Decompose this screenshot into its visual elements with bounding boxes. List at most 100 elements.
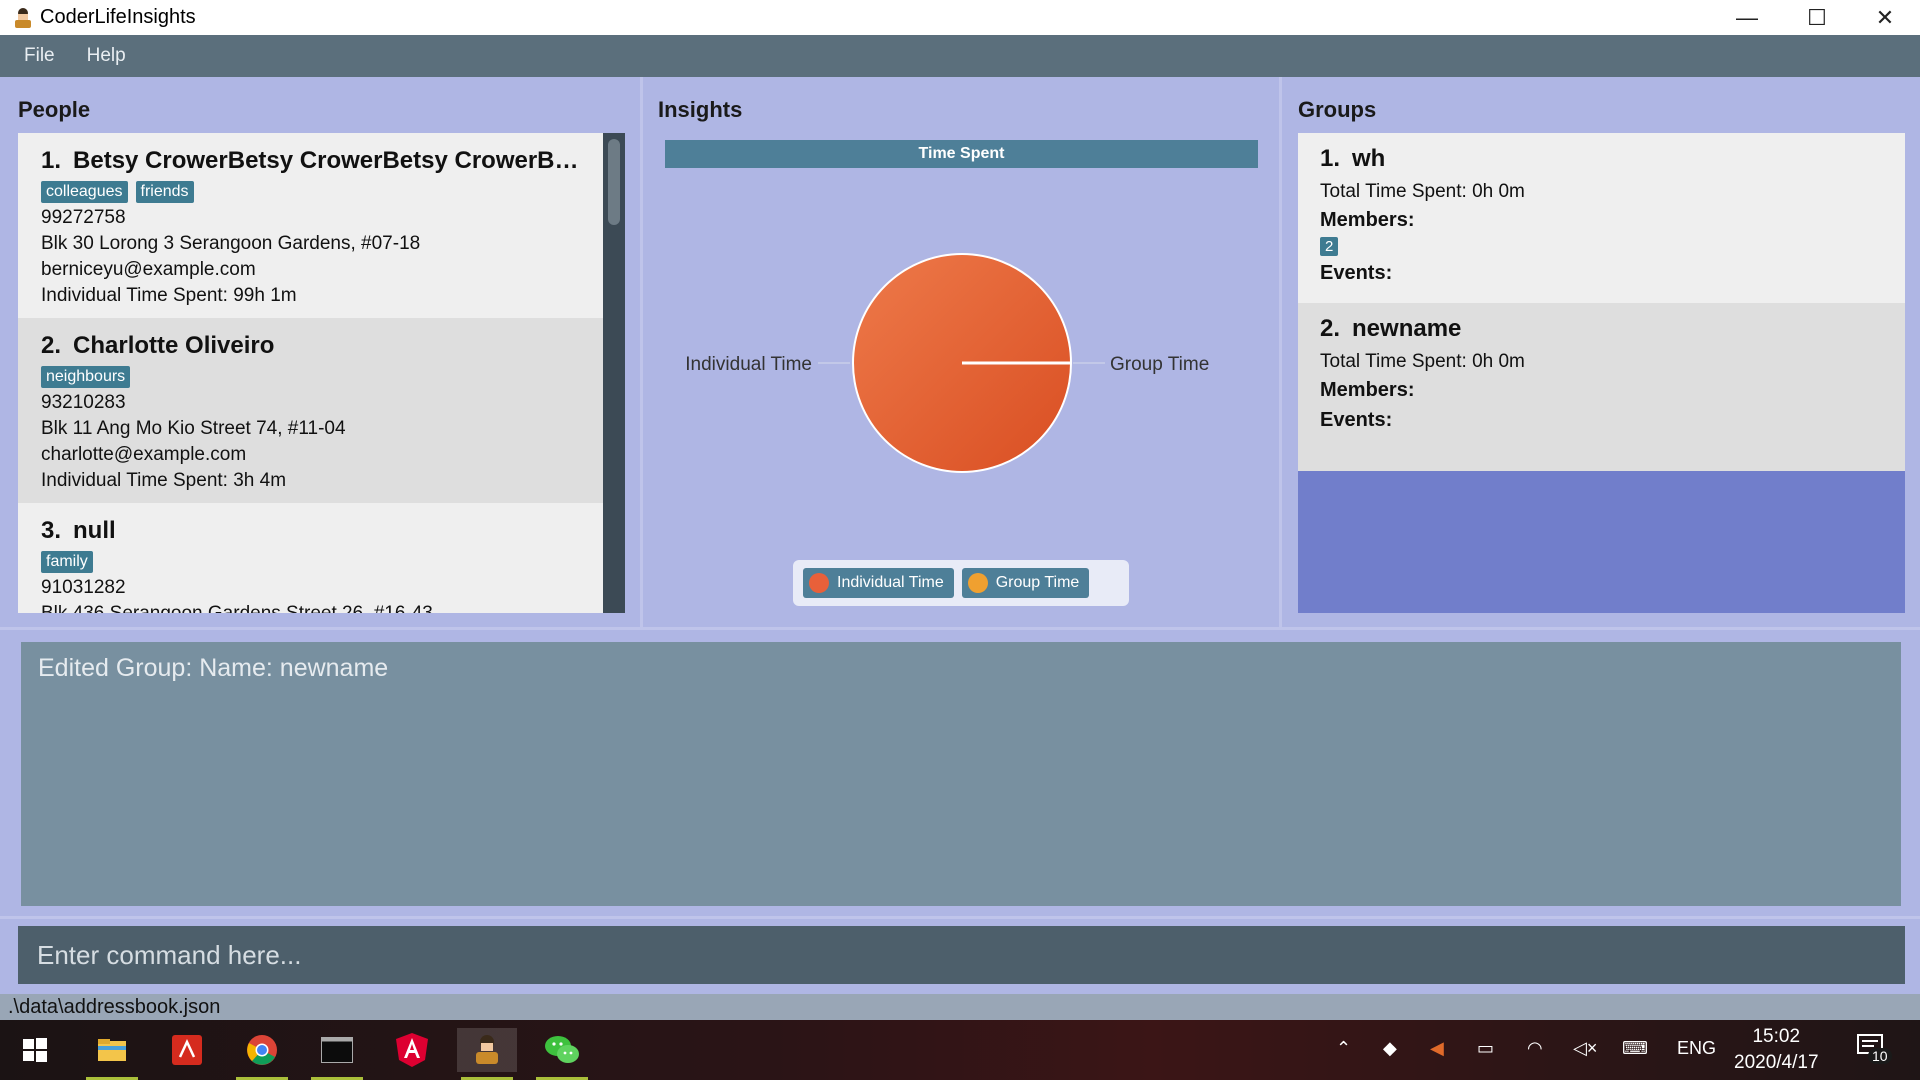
menu-help[interactable]: Help	[69, 45, 140, 67]
chart-legend: Individual Time Group Time	[793, 560, 1129, 606]
pie-label-individual: Individual Time	[685, 354, 812, 375]
chrome-icon[interactable]	[232, 1028, 292, 1080]
maximize-button[interactable]: ☐	[1782, 0, 1852, 35]
person-address: Blk 11 Ang Mo Kio Street 74, #11-04	[41, 418, 346, 439]
notification-count-badge: 10	[1868, 1048, 1892, 1064]
angular-icon[interactable]	[382, 1028, 442, 1072]
person-tags: neighbours	[41, 366, 581, 388]
person-email: charlotte@example.com	[41, 444, 247, 465]
wifi-icon[interactable]: ◠	[1527, 1038, 1543, 1059]
tag: colleagues	[41, 181, 128, 203]
group-time: Total Time Spent: 0h 0m	[1320, 181, 1525, 202]
keyboard-icon[interactable]: ⌨	[1622, 1038, 1648, 1059]
members-label: Members:	[1320, 209, 1415, 231]
group-time: Total Time Spent: 0h 0m	[1320, 351, 1525, 372]
legend-item-individual: Individual Time	[803, 568, 954, 598]
section-divider	[0, 916, 1920, 919]
file-explorer-icon[interactable]	[82, 1028, 142, 1080]
group-index: 2.	[1320, 315, 1341, 342]
app-icon	[12, 7, 34, 29]
person-card[interactable]: 1. Betsy CrowerBetsy CrowerBetsy CrowerBe…	[18, 133, 603, 318]
chevron-up-icon[interactable]: ⌃	[1336, 1038, 1351, 1059]
group-name-text: newname	[1352, 315, 1462, 342]
person-phone: 99272758	[41, 207, 126, 228]
groups-list[interactable]: 1. wh Total Time Spent: 0h 0m Members: 2 …	[1298, 133, 1905, 613]
person-card[interactable]: 2. Charlotte Oliveiro neighbours 93210283…	[18, 318, 603, 503]
pie-chart: Individual Time Group Time	[685, 253, 1209, 473]
command-input[interactable]: Enter command here...	[18, 926, 1905, 984]
group-name-text: wh	[1352, 145, 1386, 172]
window-title: CoderLifeInsights	[40, 6, 196, 28]
person-address: Blk 30 Lorong 3 Serangoon Gardens, #07-1…	[41, 233, 421, 254]
tag: family	[41, 551, 93, 573]
legend-label: Group Time	[995, 574, 1080, 591]
events-label: Events:	[1320, 262, 1393, 284]
pie-label-group: Group Time	[1110, 354, 1209, 375]
section-divider	[0, 627, 1920, 630]
battery-icon[interactable]: ▭	[1477, 1038, 1494, 1059]
save-location: .\data\addressbook.json	[8, 995, 221, 1018]
menu-bar: File Help	[0, 35, 1920, 77]
person-address: Blk 436 Serangoon Gardens Street 26, #16…	[41, 601, 581, 613]
person-tags: family	[41, 551, 581, 573]
minimize-button[interactable]: —	[1712, 0, 1782, 35]
clock[interactable]: 15:02 2020/4/17	[1734, 1024, 1819, 1076]
volume-mute-icon[interactable]: ◁×	[1573, 1038, 1597, 1059]
group-index: 1.	[1320, 145, 1341, 172]
tag: neighbours	[41, 366, 131, 388]
person-name-text: Betsy CrowerBetsy CrowerBetsy CrowerBets…	[73, 147, 581, 174]
legend-item-group: Group Time	[961, 568, 1090, 598]
chart-title: Time Spent	[665, 140, 1258, 168]
insights-panel-title: Insights	[658, 97, 743, 122]
command-placeholder: Enter command here...	[37, 939, 302, 970]
dropbox-icon[interactable]: ◆	[1383, 1038, 1397, 1059]
person-phone: 93210283	[41, 392, 126, 413]
group-card[interactable]: 2. newname Total Time Spent: 0h 0m Member…	[1298, 303, 1905, 471]
scrollbar-thumb[interactable]	[608, 139, 620, 225]
group-name: 2. newname	[1320, 315, 1883, 343]
menu-file[interactable]: File	[0, 45, 69, 67]
person-index: 2.	[41, 332, 62, 359]
legend-dot-individual	[809, 573, 829, 593]
close-button[interactable]: ✕	[1850, 0, 1920, 35]
people-scrollbar[interactable]	[603, 133, 625, 613]
acrobat-icon[interactable]	[157, 1028, 217, 1072]
groups-panel-title: Groups	[1298, 97, 1377, 122]
events-label: Events:	[1320, 409, 1393, 431]
wechat-icon[interactable]	[532, 1028, 592, 1080]
status-bar: .\data\addressbook.json	[0, 994, 1920, 1020]
members-label: Members:	[1320, 379, 1415, 401]
speaker-alert-icon[interactable]: ◀	[1430, 1038, 1444, 1059]
person-name-text: Charlotte Oliveiro	[73, 332, 275, 359]
people-panel-title: People	[18, 97, 91, 122]
person-name: 2. Charlotte Oliveiro	[41, 332, 581, 360]
taskbar: ⌃ ◆ ◀ ▭ ◠ ◁× ⌨ ENG 15:02 2020/4/17 10	[0, 1020, 1920, 1080]
legend-dot-group	[967, 573, 988, 593]
person-name: 1. Betsy CrowerBetsy CrowerBetsy CrowerBe…	[41, 147, 581, 175]
people-list[interactable]: 1. Betsy CrowerBetsy CrowerBetsy CrowerBe…	[18, 133, 603, 613]
terminal-icon[interactable]	[307, 1028, 367, 1080]
clock-date: 2020/4/17	[1734, 1052, 1819, 1073]
person-name: 3. null	[41, 517, 581, 545]
result-display: Edited Group: Name: newname	[21, 642, 1901, 906]
person-name-text: null	[73, 517, 116, 544]
group-card[interactable]: 1. wh Total Time Spent: 0h 0m Members: 2 …	[1298, 133, 1905, 303]
person-email: berniceyu@example.com	[41, 259, 256, 280]
coderlife-icon[interactable]	[457, 1028, 517, 1080]
group-name: 1. wh	[1320, 145, 1883, 173]
start-icon[interactable]	[5, 1028, 65, 1072]
person-card[interactable]: 3. null family 91031282 Blk 436 Serangoon…	[18, 503, 603, 613]
member-badge: 2	[1320, 237, 1339, 256]
person-index: 1.	[41, 147, 62, 174]
legend-label: Individual Time	[837, 574, 944, 591]
language-indicator[interactable]: ENG	[1677, 1038, 1716, 1059]
clock-time: 15:02	[1752, 1026, 1801, 1047]
person-phone: 91031282	[41, 577, 126, 598]
person-index: 3.	[41, 517, 62, 544]
title-bar: CoderLifeInsights — ☐ ✕	[0, 0, 1920, 35]
person-tags: colleagues friends	[41, 181, 581, 203]
person-time: Individual Time Spent: 99h 1m	[41, 285, 297, 306]
person-time: Individual Time Spent: 3h 4m	[41, 470, 287, 491]
tag: friends	[135, 181, 194, 203]
result-text: Edited Group: Name: newname	[38, 654, 389, 682]
